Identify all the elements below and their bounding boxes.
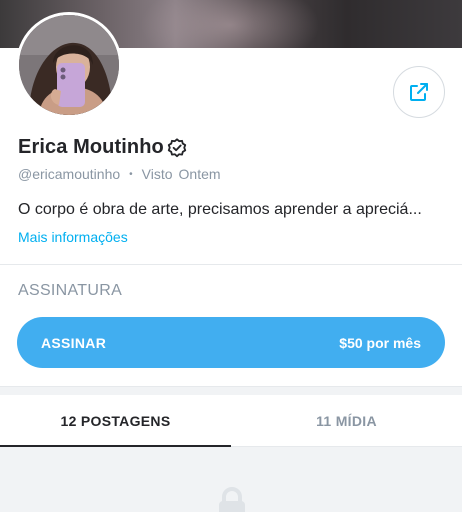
subscribe-price: $50 por mês (339, 334, 421, 351)
verified-badge-icon (167, 138, 187, 158)
profile-handle: @ericamoutinho (18, 166, 121, 182)
subscribe-button-label: ASSINAR (41, 334, 107, 351)
share-icon (410, 83, 428, 101)
subscription-section-title: ASSINATURA (18, 282, 123, 299)
separator-dot: • (129, 168, 133, 180)
last-seen-label: Visto (141, 166, 173, 182)
tab-posts[interactable]: 12 POSTAGENS (0, 395, 231, 447)
more-info-link[interactable]: Mais informações (18, 229, 128, 245)
subscribe-button[interactable]: ASSINAR $50 por mês (17, 317, 445, 368)
divider (0, 264, 462, 265)
last-seen-value: Ontem (178, 166, 221, 182)
share-button[interactable] (393, 66, 445, 118)
profile-meta: @ericamoutinho • Visto Ontem (18, 166, 221, 182)
profile-bio: O corpo é obra de arte, precisamos apren… (18, 201, 422, 218)
profile-name: Erica Moutinho (18, 136, 164, 158)
lock-icon (219, 487, 245, 512)
tab-media[interactable]: 11 MÍDIA (231, 395, 462, 446)
content-tabs: 12 POSTAGENS 11 MÍDIA (0, 395, 462, 447)
avatar[interactable] (16, 12, 122, 118)
profile-name-row: Erica Moutinho (18, 136, 188, 159)
section-separator (0, 386, 462, 395)
